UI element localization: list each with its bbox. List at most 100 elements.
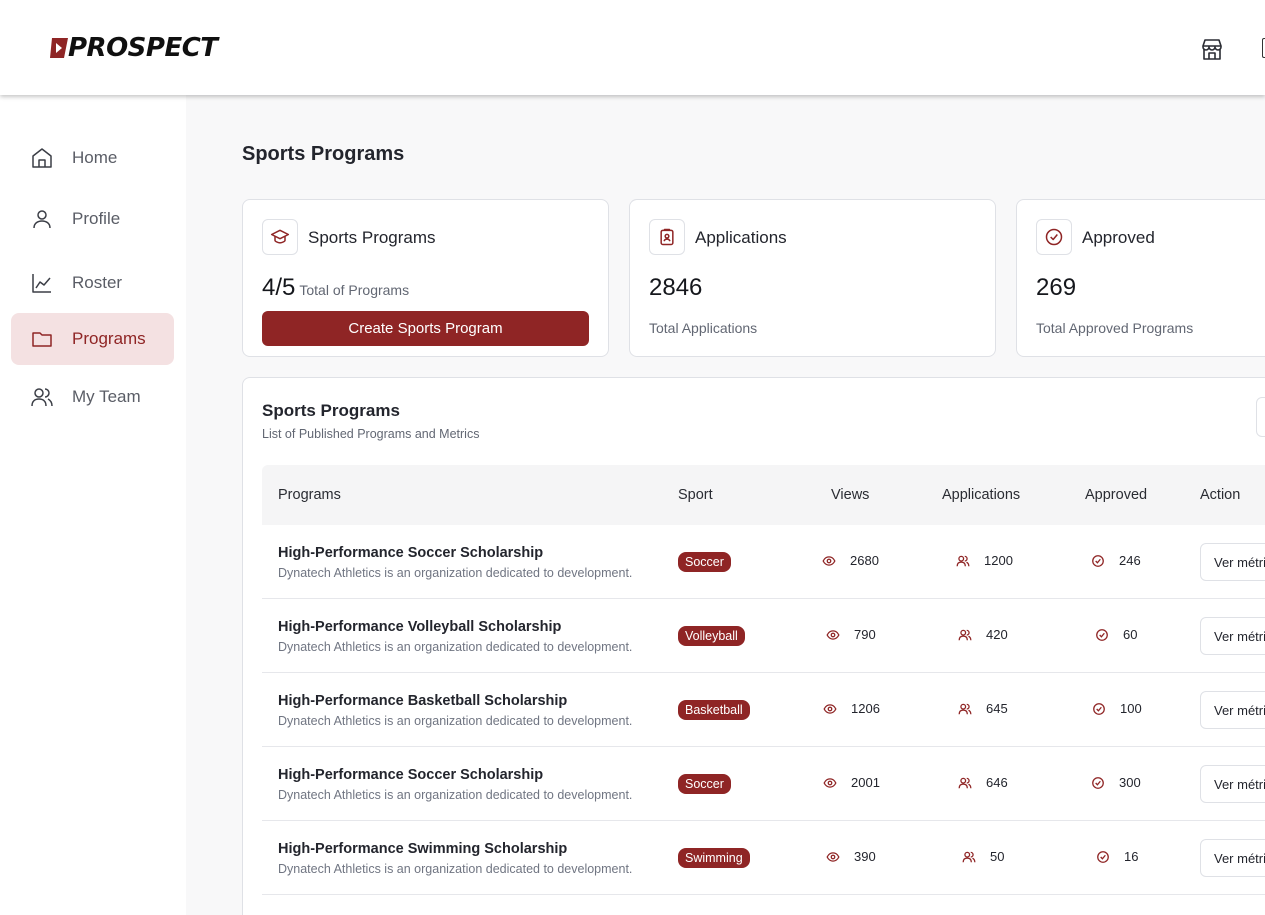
approved-value: 300 xyxy=(1119,775,1141,790)
sidebar-item-my-team[interactable]: My Team xyxy=(11,371,174,423)
views-value: 1206 xyxy=(851,701,880,716)
card-subtitle: Total Applications xyxy=(649,320,758,336)
table-header: Programs Sport Views Applications Approv… xyxy=(262,465,1265,525)
view-metrics-button[interactable]: Ver métricas xyxy=(1200,691,1265,729)
applications-value: 646 xyxy=(986,775,1008,790)
logo[interactable]: PROSPECT xyxy=(48,34,218,62)
users-icon xyxy=(958,629,972,640)
sidebar: Home Profile Roster Programs My Team xyxy=(0,95,186,915)
program-description: Dynatech Athletics is an organization de… xyxy=(278,714,633,728)
sport-badge: Soccer xyxy=(678,552,731,572)
card-subtitle: Total Approved Programs xyxy=(1036,320,1194,336)
applications-metric: 420 xyxy=(958,627,1008,642)
graduation-cap-icon xyxy=(262,219,298,255)
sport-badge: Swimming xyxy=(678,848,750,868)
card-value: 2846 xyxy=(649,274,703,301)
approved-metric: 100 xyxy=(1092,701,1142,716)
sidebar-item-label: My Team xyxy=(72,387,141,406)
eye-icon xyxy=(822,555,836,566)
program-description: Dynatech Athletics is an organization de… xyxy=(278,788,633,802)
program-name: High-Performance Soccer Scholarship xyxy=(278,767,544,783)
check-circle-icon xyxy=(1093,702,1105,715)
card-value-number: 4/5 xyxy=(262,274,296,301)
users-icon xyxy=(962,851,976,862)
eye-icon xyxy=(823,703,837,714)
table-row: High-Performance Basketball Scholarship … xyxy=(262,673,1265,747)
approved-metric: 246 xyxy=(1091,553,1141,568)
views-metric: 2001 xyxy=(823,775,880,790)
views-metric: 390 xyxy=(826,849,876,864)
applications-metric: 645 xyxy=(958,701,1008,716)
program-name: High-Performance Basketball Scholarship xyxy=(278,693,568,709)
column-header-programs: Programs xyxy=(278,487,341,503)
users-icon xyxy=(958,777,972,788)
eye-icon xyxy=(823,777,837,788)
check-circle-icon xyxy=(1097,850,1109,863)
check-circle-icon xyxy=(1096,628,1108,641)
sidebar-item-home[interactable]: Home xyxy=(11,132,174,184)
applications-metric: 1200 xyxy=(956,553,1013,568)
check-circle-icon xyxy=(1092,554,1104,567)
views-value: 2001 xyxy=(851,775,880,790)
card-title: Sports Programs xyxy=(308,228,436,247)
stat-card-approved: Approved 269 Total Approved Programs xyxy=(1016,199,1265,357)
views-metric: 790 xyxy=(826,627,876,642)
view-metrics-button[interactable]: Ver métricas xyxy=(1200,839,1265,877)
applications-metric: 50 xyxy=(962,849,1004,864)
create-sports-program-button[interactable]: Create Sports Program xyxy=(262,311,589,346)
table-row: High-Performance Swimming Scholarship Dy… xyxy=(262,821,1265,895)
sidebar-item-profile[interactable]: Profile xyxy=(11,193,174,245)
sidebar-item-label: Profile xyxy=(72,209,121,228)
column-header-approved: Approved xyxy=(1085,487,1148,503)
approved-metric: 16 xyxy=(1096,849,1138,864)
program-name: High-Performance Swimming Scholarship xyxy=(278,841,568,857)
views-value: 2680 xyxy=(850,553,879,568)
sport-badge: Soccer xyxy=(678,774,731,794)
approved-value: 16 xyxy=(1124,849,1139,864)
program-name: High-Performance Volleyball Scholarship xyxy=(278,619,562,635)
logo-text: PROSPECT xyxy=(68,33,218,63)
folder-icon xyxy=(30,327,54,351)
applications-value: 645 xyxy=(986,701,1008,716)
users-icon xyxy=(958,703,972,714)
store-icon[interactable] xyxy=(1199,36,1225,62)
applications-value: 1200 xyxy=(984,553,1013,568)
view-metrics-button[interactable]: Ver métricas xyxy=(1200,617,1265,655)
check-circle-icon xyxy=(1092,776,1104,789)
clipboard-user-icon xyxy=(649,219,685,255)
program-description: Dynatech Athletics is an organization de… xyxy=(278,862,633,876)
check-circle-icon xyxy=(1036,219,1072,255)
stat-card-programs: Sports Programs 4/5 Total of Programs Cre… xyxy=(242,199,609,357)
eye-icon xyxy=(826,629,840,640)
sidebar-item-programs[interactable]: Programs xyxy=(11,313,174,365)
chart-icon xyxy=(30,271,54,295)
column-header-views: Views xyxy=(831,487,870,503)
top-bar: PROSPECT xyxy=(0,0,1265,95)
logo-mark xyxy=(48,36,70,60)
views-metric: 1206 xyxy=(823,701,880,716)
approved-metric: 300 xyxy=(1091,775,1141,790)
team-icon xyxy=(30,385,54,409)
program-description: Dynatech Athletics is an organization de… xyxy=(278,640,633,654)
column-header-sport: Sport xyxy=(678,487,713,503)
sidebar-item-label: Home xyxy=(72,148,118,167)
sport-badge: Volleyball xyxy=(678,626,745,646)
card-subtitle: Total of Programs xyxy=(299,282,410,298)
view-metrics-button[interactable]: Ver métricas xyxy=(1200,543,1265,581)
views-value: 790 xyxy=(854,627,876,642)
table-subtitle: List of Published Programs and Metrics xyxy=(262,427,480,441)
approved-value: 246 xyxy=(1119,553,1141,568)
table-row: High-Performance Soccer Scholarship Dyna… xyxy=(262,747,1265,821)
table-title: Sports Programs xyxy=(262,401,400,420)
column-header-action: Action xyxy=(1200,487,1241,503)
card-title: Applications xyxy=(695,228,787,247)
card-value: 4/5 Total of Programs xyxy=(262,274,409,302)
table-options-button[interactable] xyxy=(1256,397,1265,437)
eye-icon xyxy=(826,851,840,862)
view-metrics-button[interactable]: Ver métricas xyxy=(1200,765,1265,803)
sidebar-item-roster[interactable]: Roster xyxy=(11,257,174,309)
sidebar-item-label: Roster xyxy=(72,273,123,292)
card-value: 269 xyxy=(1036,274,1077,301)
user-icon xyxy=(30,207,54,231)
users-icon xyxy=(956,555,970,566)
